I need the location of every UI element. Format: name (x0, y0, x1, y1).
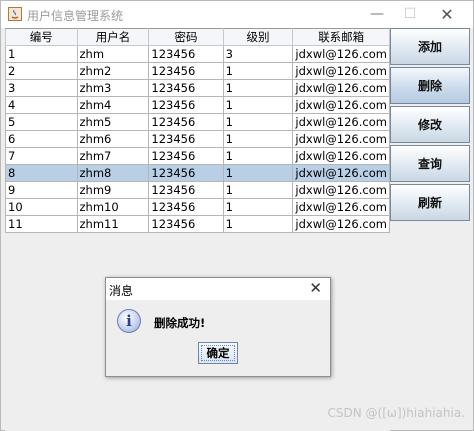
cell-username[interactable]: zhm9 (76, 181, 150, 199)
header-username[interactable]: 用户名 (76, 28, 150, 46)
csdn-watermark: CSDN @([ω])hiahiahia. (327, 406, 466, 420)
table-row[interactable]: 3 zhm3 123456 1 jdxwl@126.com (5, 79, 390, 97)
cell-email[interactable]: jdxwl@126.com (292, 147, 390, 165)
cell-level[interactable]: 1 (222, 79, 294, 97)
cell-level[interactable]: 1 (222, 164, 294, 182)
title-bar[interactable]: 用户信息管理系统 — ☐ ✕ (1, 1, 473, 28)
cell-username[interactable]: zhm3 (76, 79, 150, 97)
cell-password[interactable]: 123456 (148, 45, 224, 63)
table-row[interactable]: 8 zhm8 123456 1 jdxwl@126.com (5, 164, 390, 182)
add-button[interactable]: 添加 (390, 28, 470, 65)
message-dialog: 消息 ✕ i 删除成功! 确定 (105, 277, 331, 377)
table-row[interactable]: 10 zhm10 123456 1 jdxwl@126.com (5, 198, 390, 216)
cell-password[interactable]: 123456 (148, 164, 224, 182)
minimize-button[interactable]: — (361, 1, 393, 28)
table-row[interactable]: 5 zhm5 123456 1 jdxwl@126.com (5, 113, 390, 131)
cell-password[interactable]: 123456 (148, 181, 224, 199)
cell-password[interactable]: 123456 (148, 130, 224, 148)
dialog-message: 删除成功! (154, 316, 206, 330)
dialog-close-icon[interactable]: ✕ (309, 279, 322, 297)
table-row[interactable]: 6 zhm6 123456 1 jdxwl@126.com (5, 130, 390, 148)
table-row[interactable]: 1 zhm 123456 3 jdxwl@126.com (5, 45, 390, 63)
cell-username[interactable]: zhm (76, 45, 150, 63)
cell-username[interactable]: zhm11 (76, 215, 150, 233)
cell-level[interactable]: 1 (222, 113, 294, 131)
cell-id[interactable]: 6 (5, 130, 78, 148)
window-title: 用户信息管理系统 (27, 9, 124, 23)
cell-password[interactable]: 123456 (148, 62, 224, 80)
cell-id[interactable]: 8 (5, 164, 78, 182)
query-button[interactable]: 查询 (390, 145, 470, 182)
cell-username[interactable]: zhm5 (76, 113, 150, 131)
cell-level[interactable]: 1 (222, 215, 294, 233)
edit-button[interactable]: 修改 (390, 106, 470, 143)
cell-level[interactable]: 1 (222, 147, 294, 165)
cell-id[interactable]: 9 (5, 181, 78, 199)
cell-id[interactable]: 1 (5, 45, 78, 63)
maximize-button[interactable]: ☐ (394, 1, 426, 28)
cell-username[interactable]: zhm8 (76, 164, 150, 182)
info-icon: i (117, 309, 141, 333)
header-email[interactable]: 联系邮箱 (292, 28, 390, 46)
table-header-row: 编号 用户名 密码 级别 联系邮箱 (5, 28, 390, 46)
cell-level[interactable]: 1 (222, 62, 294, 80)
cell-email[interactable]: jdxwl@126.com (292, 79, 390, 97)
table-row[interactable]: 9 zhm9 123456 1 jdxwl@126.com (5, 181, 390, 199)
cell-username[interactable]: zhm6 (76, 130, 150, 148)
cell-level[interactable]: 3 (222, 45, 294, 63)
cell-email[interactable]: jdxwl@126.com (292, 62, 390, 80)
cell-level[interactable]: 1 (222, 96, 294, 114)
table-body: 1 zhm 123456 3 jdxwl@126.com 2 zhm2 123456 1 jdxw… (5, 45, 390, 233)
action-button-panel: 添加 删除 修改 查询 刷新 (390, 28, 472, 223)
cell-id[interactable]: 10 (5, 198, 78, 216)
cell-id[interactable]: 3 (5, 79, 78, 97)
cell-email[interactable]: jdxwl@126.com (292, 198, 390, 216)
table-row[interactable]: 4 zhm4 123456 1 jdxwl@126.com (5, 96, 390, 114)
cell-username[interactable]: zhm10 (76, 198, 150, 216)
cell-email[interactable]: jdxwl@126.com (292, 45, 390, 63)
cell-username[interactable]: zhm2 (76, 62, 150, 80)
cell-id[interactable]: 7 (5, 147, 78, 165)
cell-id[interactable]: 5 (5, 113, 78, 131)
dialog-title-bar[interactable]: 消息 ✕ (106, 278, 330, 300)
user-table[interactable]: 编号 用户名 密码 级别 联系邮箱 1 zhm 123456 3 jdxwl@126.c… (5, 28, 390, 233)
table-row[interactable]: 11 zhm11 123456 1 jdxwl@126.com (5, 215, 390, 233)
cell-level[interactable]: 1 (222, 198, 294, 216)
header-password[interactable]: 密码 (148, 28, 224, 46)
cell-email[interactable]: jdxwl@126.com (292, 96, 390, 114)
table-row[interactable]: 7 zhm7 123456 1 jdxwl@126.com (5, 147, 390, 165)
cell-username[interactable]: zhm4 (76, 96, 150, 114)
table-row[interactable]: 2 zhm2 123456 1 jdxwl@126.com (5, 62, 390, 80)
dialog-title: 消息 (109, 284, 134, 298)
main-window: 用户信息管理系统 — ☐ ✕ 编号 用户名 密码 级别 联系邮箱 1 zhm 123… (0, 0, 474, 431)
cell-username[interactable]: zhm7 (76, 147, 150, 165)
cell-email[interactable]: jdxwl@126.com (292, 130, 390, 148)
cell-password[interactable]: 123456 (148, 79, 224, 97)
cell-password[interactable]: 123456 (148, 147, 224, 165)
cell-email[interactable]: jdxwl@126.com (292, 215, 390, 233)
cell-id[interactable]: 2 (5, 62, 78, 80)
header-level[interactable]: 级别 (222, 28, 294, 46)
cell-id[interactable]: 4 (5, 96, 78, 114)
close-button[interactable]: ✕ (431, 1, 463, 28)
java-app-icon (8, 7, 22, 21)
header-id[interactable]: 编号 (5, 28, 78, 46)
cell-level[interactable]: 1 (222, 181, 294, 199)
cell-email[interactable]: jdxwl@126.com (292, 181, 390, 199)
ok-button[interactable]: 确定 (198, 342, 238, 364)
cell-email[interactable]: jdxwl@126.com (292, 113, 390, 131)
refresh-button[interactable]: 刷新 (390, 184, 470, 221)
cell-password[interactable]: 123456 (148, 113, 224, 131)
delete-button[interactable]: 删除 (390, 67, 470, 104)
cell-password[interactable]: 123456 (148, 96, 224, 114)
cell-password[interactable]: 123456 (148, 215, 224, 233)
cell-id[interactable]: 11 (5, 215, 78, 233)
cell-email[interactable]: jdxwl@126.com (292, 164, 390, 182)
cell-password[interactable]: 123456 (148, 198, 224, 216)
cell-level[interactable]: 1 (222, 130, 294, 148)
